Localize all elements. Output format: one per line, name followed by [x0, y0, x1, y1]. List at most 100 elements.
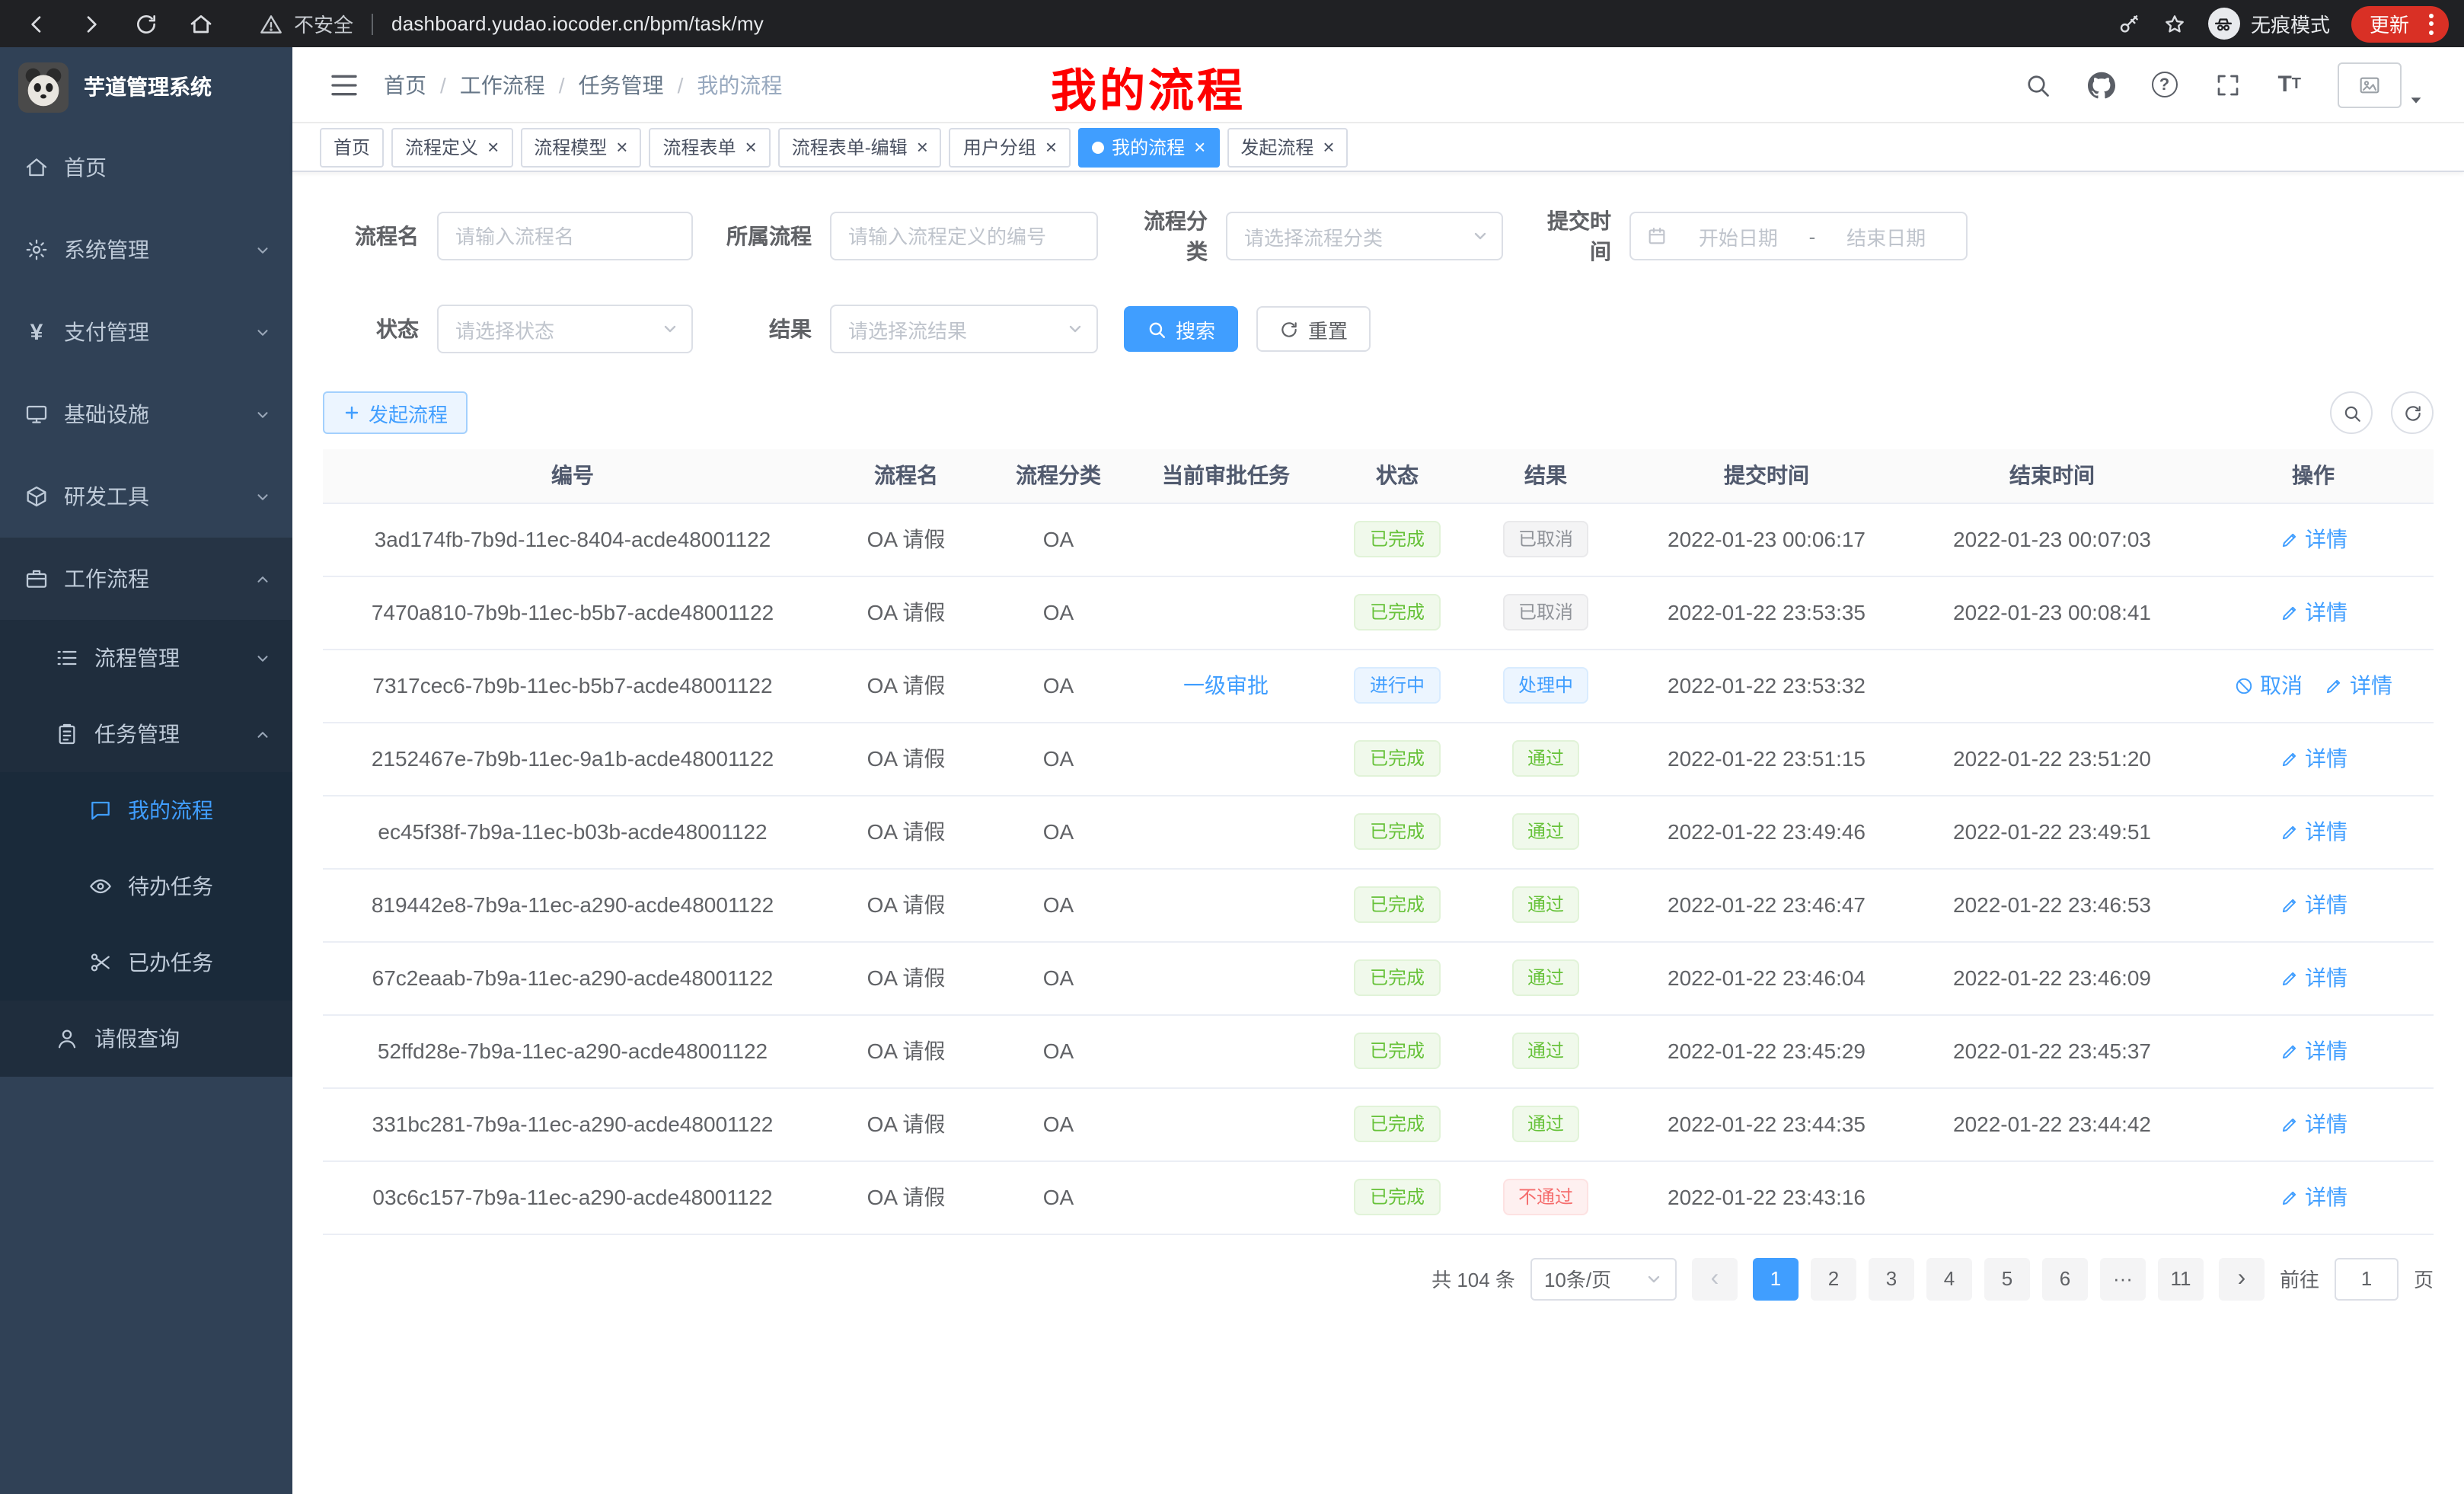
tab-close-icon[interactable]: × [1323, 137, 1334, 157]
breadcrumb-item-workflow[interactable]: 工作流程 [460, 69, 545, 100]
reset-button[interactable]: 重置 [1256, 306, 1371, 352]
home-icon [24, 155, 49, 180]
app-logo-row[interactable]: 芋道管理系统 [0, 47, 292, 126]
status-placeholder: 请选择状态 [455, 314, 554, 343]
sidebar-item-home[interactable]: 首页 [0, 126, 292, 209]
tab-close-icon[interactable]: × [745, 137, 757, 157]
breadcrumb-item-home[interactable]: 首页 [384, 69, 426, 100]
sidebar-item-workflow[interactable]: 工作流程 [0, 538, 292, 620]
page-button-1[interactable]: 1 [1753, 1257, 1799, 1300]
tab-6[interactable]: 我的流程× [1078, 127, 1219, 167]
end-date-placeholder[interactable]: 结束日期 [1821, 222, 1951, 251]
cell-result: 通过 [1470, 941, 1622, 1014]
start-date-placeholder[interactable]: 开始日期 [1674, 222, 1803, 251]
detail-link[interactable]: 详情 [2279, 743, 2348, 774]
page-button-3[interactable]: 3 [1869, 1257, 1914, 1300]
search-icon[interactable] [2023, 71, 2051, 98]
goto-page-input[interactable] [2335, 1257, 2399, 1300]
sidebar-item-system[interactable]: 系统管理 [0, 209, 292, 291]
submit-time-range-picker[interactable]: 开始日期 - 结束日期 [1629, 212, 1968, 260]
status-select[interactable]: 请选择状态 [437, 305, 693, 353]
url-text[interactable]: dashboard.yudao.iocoder.cn/bpm/task/my [391, 12, 764, 35]
refresh-table-button[interactable] [2391, 391, 2434, 434]
tab-1[interactable]: 流程定义× [391, 127, 512, 167]
create-process-button[interactable]: 发起流程 [323, 391, 468, 434]
detail-link[interactable]: 详情 [2279, 1109, 2348, 1139]
sidebar-item-process-management[interactable]: 流程管理 [0, 620, 292, 696]
browser-home-icon[interactable] [189, 11, 213, 36]
sidebar-item-leave-query[interactable]: 请假查询 [0, 1001, 292, 1077]
security-warning-icon[interactable] [259, 11, 283, 36]
pencil-icon [2279, 529, 2299, 549]
sidebar-item-label: 流程管理 [94, 643, 180, 673]
detail-link[interactable]: 详情 [2324, 670, 2392, 701]
sidebar-item-label: 待办任务 [128, 871, 213, 902]
browser-back-icon[interactable] [24, 11, 49, 36]
update-button[interactable]: 更新 [2351, 5, 2449, 42]
sidebar-item-done-tasks[interactable]: 已办任务 [0, 924, 292, 1001]
sidebar-item-infra[interactable]: 基础设施 [0, 373, 292, 455]
tab-2[interactable]: 流程模型× [520, 127, 641, 167]
tab-5[interactable]: 用户分组× [950, 127, 1071, 167]
category-select[interactable]: 请选择流程分类 [1226, 212, 1503, 260]
page-button-4[interactable]: 4 [1926, 1257, 1972, 1300]
detail-link[interactable]: 详情 [2279, 1182, 2348, 1212]
tab-close-icon[interactable]: × [487, 137, 499, 157]
sidebar-item-devtools[interactable]: 研发工具 [0, 455, 292, 538]
cell-category: OA [990, 649, 1127, 722]
user-avatar[interactable] [2338, 62, 2424, 107]
prev-page-button[interactable]: ‹ [1692, 1257, 1738, 1300]
detail-link[interactable]: 详情 [2279, 889, 2348, 920]
sidebar-item-my-process[interactable]: 我的流程 [0, 772, 292, 848]
hamburger-icon[interactable] [329, 69, 359, 100]
page-button-2[interactable]: 2 [1811, 1257, 1856, 1300]
cell-current-task [1127, 722, 1325, 795]
search-button[interactable]: 搜索 [1124, 306, 1238, 352]
detail-link[interactable]: 详情 [2279, 816, 2348, 847]
page-size-select[interactable]: 10条/页 [1530, 1257, 1677, 1300]
page-button-11[interactable]: 11 [2158, 1257, 2204, 1300]
browser-menu-icon[interactable] [2423, 13, 2440, 34]
tab-close-icon[interactable]: × [917, 137, 928, 157]
col-header-name: 流程名 [822, 449, 990, 503]
chat-bubble-icon [88, 798, 113, 822]
cancel-link[interactable]: 取消 [2234, 670, 2303, 701]
person-icon [55, 1026, 79, 1051]
detail-link[interactable]: 详情 [2279, 1036, 2348, 1066]
fullscreen-icon[interactable] [2213, 71, 2241, 98]
tab-0[interactable]: 首页 [320, 127, 384, 167]
page-button-5[interactable]: 5 [1984, 1257, 2030, 1300]
next-page-button[interactable]: › [2219, 1257, 2265, 1300]
result-select[interactable]: 请选择流结果 [830, 305, 1098, 353]
bookmark-star-icon[interactable] [2162, 11, 2187, 36]
tab-close-icon[interactable]: × [616, 137, 627, 157]
browser-forward-icon[interactable] [79, 11, 104, 36]
detail-link[interactable]: 详情 [2279, 524, 2348, 554]
address-bar[interactable]: 不安全 dashboard.yudao.iocoder.cn/bpm/task/… [259, 9, 764, 38]
tab-close-icon[interactable]: × [1194, 137, 1205, 157]
tab-4[interactable]: 流程表单-编辑× [778, 127, 942, 167]
tab-close-icon[interactable]: × [1045, 137, 1057, 157]
help-icon[interactable]: ? [2151, 72, 2177, 97]
font-size-icon[interactable]: TT [2277, 71, 2301, 98]
detail-link[interactable]: 详情 [2279, 962, 2348, 993]
cell-name: OA 请假 [822, 503, 990, 576]
process-definition-input[interactable] [830, 212, 1098, 260]
github-icon[interactable] [2087, 71, 2115, 98]
task-link[interactable]: 一级审批 [1183, 673, 1269, 698]
page-ellipsis[interactable]: ··· [2100, 1257, 2146, 1300]
browser-reload-icon[interactable] [134, 11, 158, 36]
tab-7[interactable]: 发起流程× [1227, 127, 1348, 167]
key-icon[interactable] [2117, 11, 2141, 36]
breadcrumb-item-task-management[interactable]: 任务管理 [579, 69, 664, 100]
sidebar-item-todo-tasks[interactable]: 待办任务 [0, 848, 292, 924]
detail-link[interactable]: 详情 [2279, 597, 2348, 627]
toggle-search-button[interactable] [2330, 391, 2373, 434]
page-button-6[interactable]: 6 [2042, 1257, 2088, 1300]
process-name-input[interactable] [437, 212, 693, 260]
tab-3[interactable]: 流程表单× [649, 127, 770, 167]
cell-category: OA [990, 941, 1127, 1014]
sidebar-item-payment[interactable]: ¥ 支付管理 [0, 291, 292, 373]
sidebar-item-task-management[interactable]: 任务管理 [0, 696, 292, 772]
pencil-icon [2279, 1187, 2299, 1207]
